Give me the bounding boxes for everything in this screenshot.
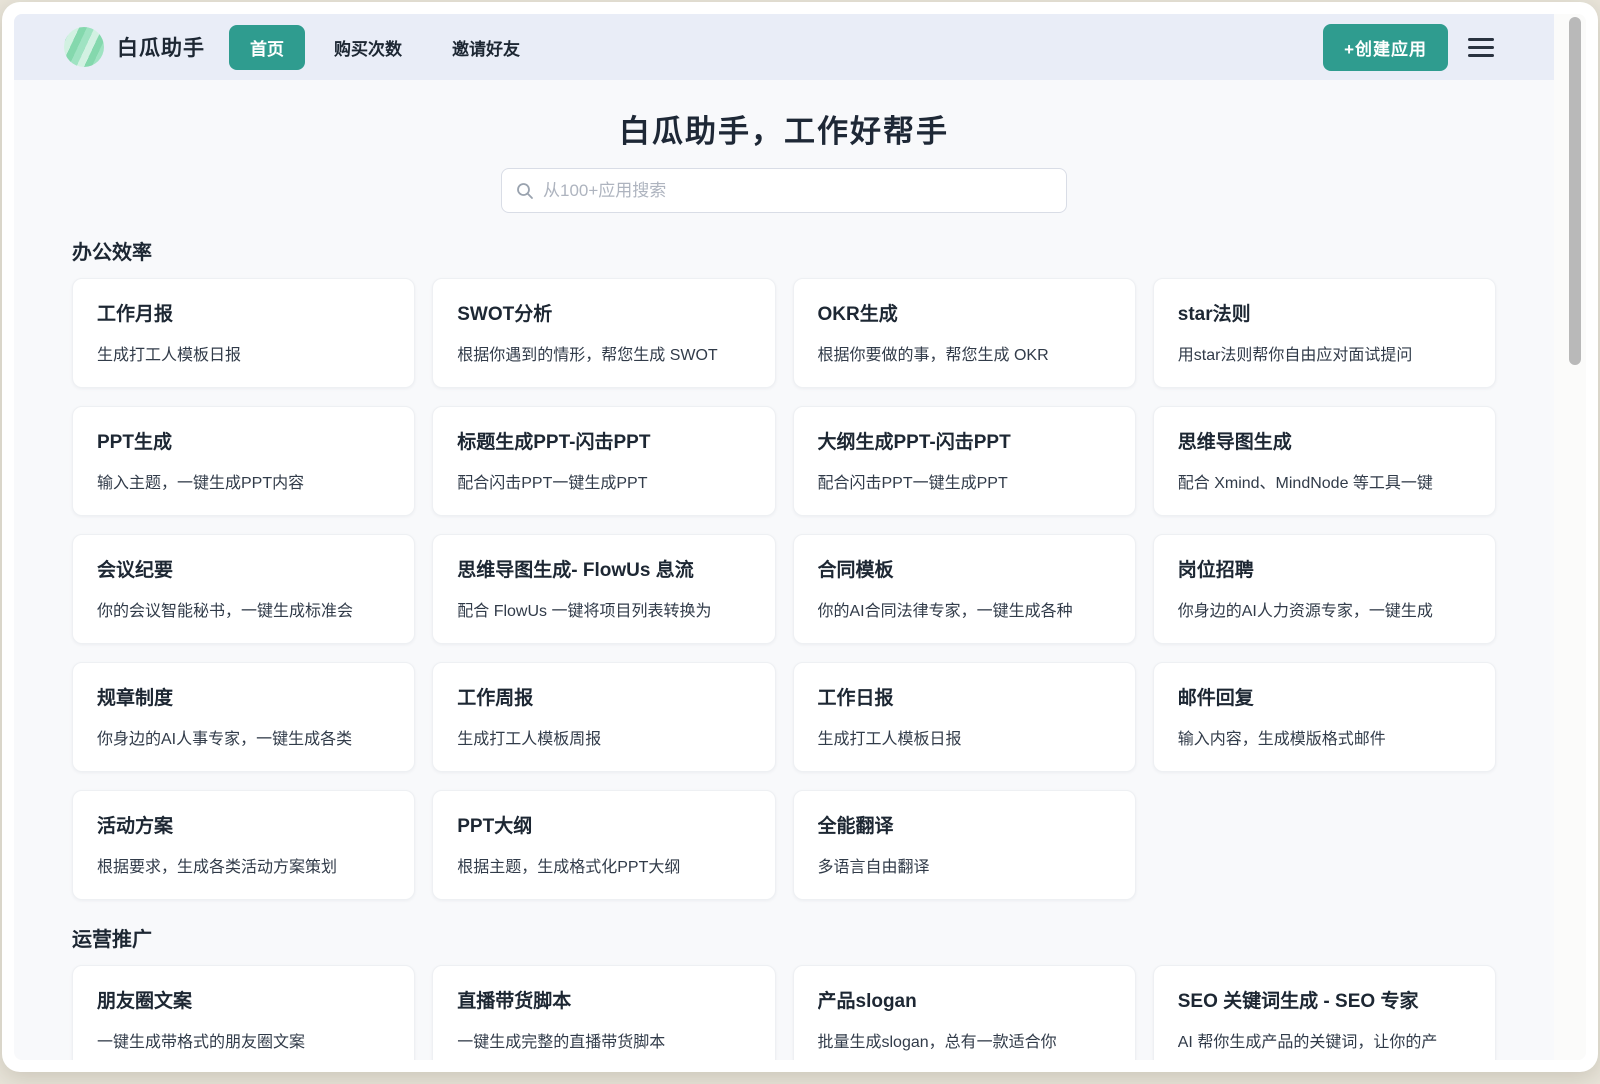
app-card[interactable]: 全能翻译多语言自由翻译	[793, 790, 1136, 900]
create-app-button[interactable]: +创建应用	[1323, 24, 1448, 71]
app-card-title: star法则	[1178, 299, 1471, 326]
app-card[interactable]: 思维导图生成配合 Xmind、MindNode 等工具一键	[1153, 406, 1496, 516]
app-card-description: 生成打工人模板日报	[97, 341, 390, 365]
app-card-description: 你身边的AI人事专家，一键生成各类	[97, 725, 390, 749]
nav-item-1[interactable]: 购买次数	[313, 25, 423, 70]
app-card[interactable]: 活动方案根据要求，生成各类活动方案策划	[72, 790, 415, 900]
app-card-description: 你身边的AI人力资源专家，一键生成	[1178, 597, 1471, 621]
search-input[interactable]	[543, 181, 1052, 201]
app-card-title: 全能翻译	[818, 811, 1111, 838]
app-card[interactable]: SWOT分析根据你遇到的情形，帮您生成 SWOT	[432, 278, 775, 388]
app-card-description: 多语言自由翻译	[818, 853, 1111, 877]
app-card-title: 合同模板	[818, 555, 1111, 582]
app-card-description: AI 帮你生成产品的关键词，让你的产	[1178, 1028, 1471, 1052]
app-card-title: SWOT分析	[457, 299, 750, 326]
app-card-title: 规章制度	[97, 683, 390, 710]
top-navbar: 白瓜助手 首页购买次数邀请好友 +创建应用	[14, 14, 1554, 80]
app-card-description: 配合 FlowUs 一键将项目列表转换为	[457, 597, 750, 621]
app-card-title: 标题生成PPT-闪击PPT	[457, 427, 750, 454]
app-window: 白瓜助手 首页购买次数邀请好友 +创建应用 白瓜助手，工作好帮手 办公效率工作月…	[2, 2, 1598, 1072]
app-card-title: 工作周报	[457, 683, 750, 710]
app-card-title: 工作月报	[97, 299, 390, 326]
app-card-title: 思维导图生成	[1178, 427, 1471, 454]
app-card-title: 邮件回复	[1178, 683, 1471, 710]
app-card[interactable]: 合同模板你的AI合同法律专家，一键生成各种	[793, 534, 1136, 644]
app-card-title: 活动方案	[97, 811, 390, 838]
scrollbar-track[interactable]	[1554, 14, 1586, 1060]
menu-hamburger-icon[interactable]	[1468, 38, 1494, 57]
nav-item-0[interactable]: 首页	[229, 25, 305, 70]
scrollbar-thumb[interactable]	[1569, 17, 1581, 365]
app-card[interactable]: SEO 关键词生成 - SEO 专家 AI 帮你生成产品的关键词，让你的产	[1153, 965, 1496, 1060]
app-card-title: 产品slogan	[818, 986, 1111, 1013]
page-title: 白瓜助手，工作好帮手	[14, 106, 1554, 151]
app-card-grid: 朋友圈文案一键生成带格式的朋友圈文案直播带货脚本一键生成完整的直播带货脚本产品s…	[72, 965, 1496, 1060]
app-card-title: PPT大纲	[457, 811, 750, 838]
brand-name: 白瓜助手	[117, 32, 205, 62]
app-card-title: 思维导图生成- FlowUs 息流	[457, 555, 750, 582]
app-card-description: 一键生成带格式的朋友圈文案	[97, 1028, 390, 1052]
app-card[interactable]: 朋友圈文案一键生成带格式的朋友圈文案	[72, 965, 415, 1060]
app-card-description: 配合闪击PPT一键生成PPT	[818, 469, 1111, 493]
app-card-description: 根据主题，生成格式化PPT大纲	[457, 853, 750, 877]
app-surface: 白瓜助手 首页购买次数邀请好友 +创建应用 白瓜助手，工作好帮手 办公效率工作月…	[14, 14, 1586, 1060]
section-title: 运营推广	[72, 923, 1496, 952]
app-card-description: 一键生成完整的直播带货脚本	[457, 1028, 750, 1052]
app-card[interactable]: 产品slogan 批量生成slogan，总有一款适合你	[793, 965, 1136, 1060]
app-card[interactable]: 工作日报生成打工人模板日报	[793, 662, 1136, 772]
app-card[interactable]: 工作月报生成打工人模板日报	[72, 278, 415, 388]
header-nav: 首页购买次数邀请好友	[229, 25, 541, 70]
sections-container: 办公效率工作月报生成打工人模板日报SWOT分析根据你遇到的情形，帮您生成 SWO…	[14, 213, 1554, 1060]
search-icon	[516, 182, 534, 200]
app-card-title: PPT生成	[97, 427, 390, 454]
section-title: 办公效率	[72, 236, 1496, 265]
app-card-title: 会议纪要	[97, 555, 390, 582]
content-area: 白瓜助手 首页购买次数邀请好友 +创建应用 白瓜助手，工作好帮手 办公效率工作月…	[14, 14, 1554, 1060]
app-card-description: 根据你遇到的情形，帮您生成 SWOT	[457, 341, 750, 365]
app-card[interactable]: 会议纪要你的会议智能秘书，一键生成标准会	[72, 534, 415, 644]
app-card[interactable]: 岗位招聘你身边的AI人力资源专家，一键生成	[1153, 534, 1496, 644]
brand-logo-icon[interactable]	[64, 27, 104, 67]
app-card-description: 配合 Xmind、MindNode 等工具一键	[1178, 469, 1471, 493]
app-card[interactable]: 邮件回复输入内容，生成模版格式邮件	[1153, 662, 1496, 772]
app-card-title: 工作日报	[818, 683, 1111, 710]
app-card-description: 输入内容，生成模版格式邮件	[1178, 725, 1471, 749]
app-card[interactable]: 思维导图生成- FlowUs 息流配合 FlowUs 一键将项目列表转换为	[432, 534, 775, 644]
app-card-grid: 工作月报生成打工人模板日报SWOT分析根据你遇到的情形，帮您生成 SWOTOKR…	[72, 278, 1496, 900]
app-card-title: 直播带货脚本	[457, 986, 750, 1013]
app-card[interactable]: star法则用star法则帮你自由应对面试提问	[1153, 278, 1496, 388]
app-card[interactable]: 大纲生成PPT-闪击PPT 配合闪击PPT一键生成PPT	[793, 406, 1136, 516]
app-card[interactable]: 工作周报生成打工人模板周报	[432, 662, 775, 772]
app-card-title: SEO 关键词生成 - SEO 专家	[1178, 986, 1471, 1013]
app-card-description: 你的AI合同法律专家，一键生成各种	[818, 597, 1111, 621]
app-search-box[interactable]	[501, 168, 1067, 213]
app-card-description: 批量生成slogan，总有一款适合你	[818, 1028, 1111, 1052]
app-card-description: 用star法则帮你自由应对面试提问	[1178, 341, 1471, 365]
app-card-description: 你的会议智能秘书，一键生成标准会	[97, 597, 390, 621]
app-card[interactable]: OKR生成根据你要做的事，帮您生成 OKR	[793, 278, 1136, 388]
app-card[interactable]: PPT生成输入主题，一键生成PPT内容	[72, 406, 415, 516]
app-card-description: 根据你要做的事，帮您生成 OKR	[818, 341, 1111, 365]
app-card[interactable]: 规章制度你身边的AI人事专家，一键生成各类	[72, 662, 415, 772]
nav-item-2[interactable]: 邀请好友	[431, 25, 541, 70]
app-card[interactable]: 直播带货脚本一键生成完整的直播带货脚本	[432, 965, 775, 1060]
app-card-description: 根据要求，生成各类活动方案策划	[97, 853, 390, 877]
app-card-description: 生成打工人模板周报	[457, 725, 750, 749]
app-card[interactable]: PPT大纲根据主题，生成格式化PPT大纲	[432, 790, 775, 900]
app-card-title: OKR生成	[818, 299, 1111, 326]
header-right: +创建应用	[1323, 24, 1494, 71]
app-card-description: 配合闪击PPT一键生成PPT	[457, 469, 750, 493]
app-card-title: 岗位招聘	[1178, 555, 1471, 582]
app-card-description: 输入主题，一键生成PPT内容	[97, 469, 390, 493]
app-card-title: 大纲生成PPT-闪击PPT	[818, 427, 1111, 454]
app-card-title: 朋友圈文案	[97, 986, 390, 1013]
app-card[interactable]: 标题生成PPT-闪击PPT 配合闪击PPT一键生成PPT	[432, 406, 775, 516]
app-card-description: 生成打工人模板日报	[818, 725, 1111, 749]
